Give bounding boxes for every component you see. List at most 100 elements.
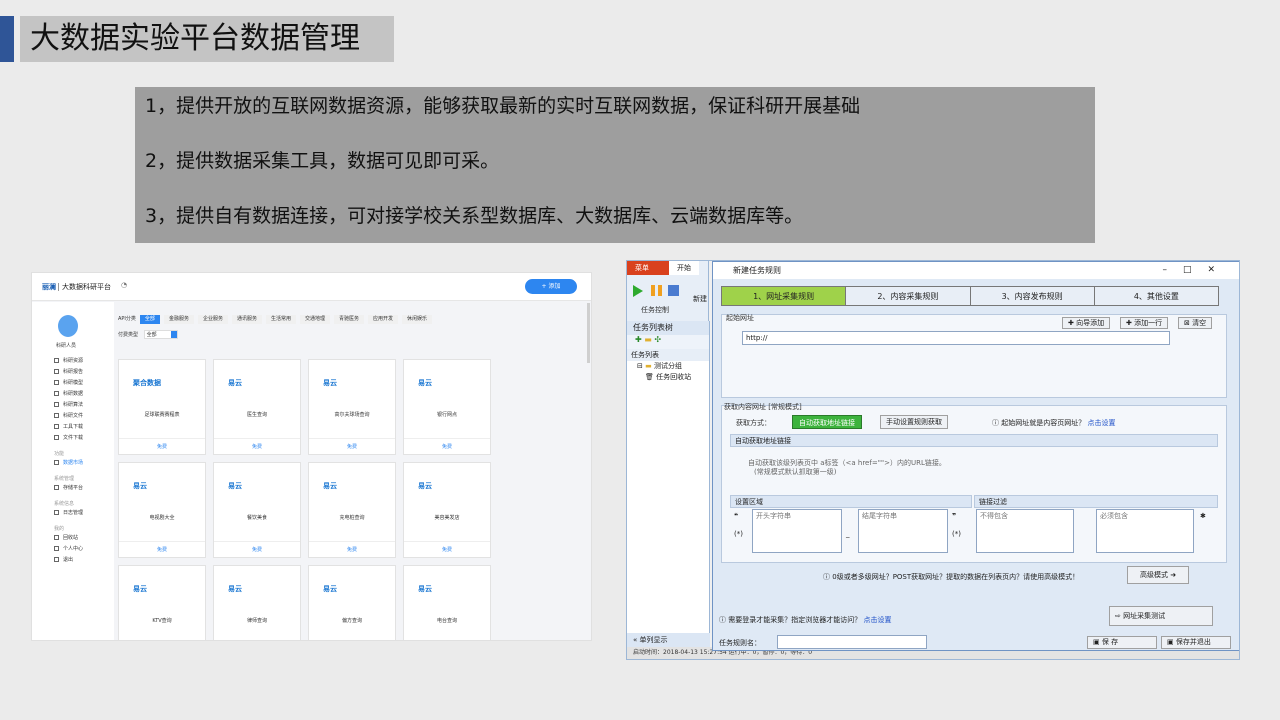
- sidebar-section-label: 我的: [54, 526, 65, 532]
- stop-icon[interactable]: [668, 285, 679, 296]
- filter-chip[interactable]: 企业服务: [197, 315, 228, 324]
- save-button[interactable]: ▣ 保 存: [1087, 636, 1157, 649]
- start-url-input[interactable]: http://: [742, 331, 1170, 345]
- sidebar-item[interactable]: 个人中心: [54, 544, 114, 555]
- sidebar-item[interactable]: 科研数据: [54, 389, 114, 400]
- api-name: 医生查询: [246, 412, 267, 418]
- rule-name-input[interactable]: [777, 635, 927, 649]
- price-label: 免费: [404, 438, 490, 454]
- title-accent-bar: [0, 16, 14, 62]
- nav-icon: [54, 391, 59, 396]
- wizard-add-button[interactable]: ✚ 向导添加: [1062, 317, 1111, 329]
- price-label: 免费: [309, 541, 395, 557]
- login-hint: ⓘ 需要登录才能采集？指定浏览器才能访问？ 点击设置: [719, 616, 892, 624]
- api-name: 高尔夫球场查询: [334, 412, 370, 418]
- avatar[interactable]: [58, 315, 78, 337]
- filter-chip[interactable]: 金融服务: [163, 315, 194, 324]
- add-row-button[interactable]: ✚ 添加一行: [1120, 317, 1169, 329]
- api-name: 充电桩查询: [339, 515, 365, 521]
- tree-node-group[interactable]: ⊟ ▬ 测试分组: [627, 361, 709, 372]
- api-card[interactable]: 易云 偏方查询: [308, 565, 396, 640]
- new-task-dialog: 新建任务规则 –□✕ 1、网址采集规则 2、内容采集规则 3、内容发布规则 4、其他设…: [712, 261, 1239, 651]
- sidebar-item[interactable]: 文件下载: [54, 433, 114, 444]
- platform-main: API分类 全部 金融服务 企业服务 通讯服务 生活常用 交通地理 青驰医务 应用开发 休闲娱乐 …: [118, 313, 588, 640]
- nav-icon: [54, 402, 59, 407]
- expand-icon[interactable]: ✣: [654, 335, 661, 344]
- advanced-hint: ⓘ 0级或者多级网址？POST获取网址？提取的数据在列表页内？请使用高级模式！: [823, 573, 1080, 581]
- wizard-step[interactable]: 2、内容采集规则: [845, 286, 970, 306]
- save-exit-button[interactable]: ▣ 保存并退出: [1161, 636, 1231, 649]
- api-name: KTV查询: [152, 618, 172, 624]
- sidebar-item[interactable]: 工具下载: [54, 422, 114, 433]
- tab-start[interactable]: 开始: [669, 261, 699, 275]
- filter-chip[interactable]: 休闲娱乐: [402, 315, 433, 324]
- price-label: 免费: [404, 541, 490, 557]
- advanced-mode-button[interactable]: 高级模式 ➜: [1127, 566, 1190, 584]
- sidebar-item[interactable]: 数据市场: [54, 458, 114, 469]
- wizard-step[interactable]: 3、内容发布规则: [969, 286, 1094, 306]
- sidebar-item[interactable]: 科研算法: [54, 400, 114, 411]
- play-icon[interactable]: [633, 285, 643, 297]
- window-controls[interactable]: –□✕: [1162, 262, 1231, 279]
- api-card[interactable]: 易云 充电桩查询 免费: [308, 462, 396, 558]
- new-button[interactable]: 新建: [693, 294, 707, 304]
- add-icon[interactable]: ✚: [635, 335, 642, 344]
- filter-chip[interactable]: 交通地理: [300, 315, 331, 324]
- filter-chip[interactable]: 通讯服务: [231, 315, 262, 324]
- api-card[interactable]: 易云 电台查询: [403, 565, 491, 640]
- sidebar-item[interactable]: 存储平台: [54, 483, 114, 494]
- sidebar-item[interactable]: 退出: [54, 555, 114, 566]
- folder-icon[interactable]: ▬: [644, 335, 652, 344]
- research-platform-screenshot: 丽澜 大数据科研平台 ◔ + 添加 科研人员 科研资源 科研报告 科研模型 科研数据 科研…: [31, 272, 592, 641]
- clock-icon[interactable]: ◔: [121, 281, 127, 289]
- gear-icon[interactable]: ✱: [1200, 512, 1206, 520]
- clear-button[interactable]: ⊠ 清空: [1178, 317, 1213, 329]
- url-test-button[interactable]: ⇨ 网址采集测试: [1109, 606, 1213, 626]
- wizard-step[interactable]: 1、网址采集规则: [721, 286, 846, 306]
- quote-close-icon: ❞: [952, 512, 957, 520]
- sidebar-item[interactable]: 科研模型: [54, 378, 114, 389]
- login-setting-link[interactable]: 点击设置: [863, 616, 891, 624]
- filter-chip[interactable]: 生活常用: [265, 315, 296, 324]
- api-card[interactable]: 聚合数据 足球联赛赛程表 免费: [118, 359, 206, 455]
- sidebar-item[interactable]: 回收站: [54, 533, 114, 544]
- brand-logo: 易云: [418, 585, 432, 593]
- sidebar-item[interactable]: 日志管理: [54, 508, 114, 519]
- filter-chip[interactable]: 应用开发: [368, 315, 399, 324]
- wizard-step[interactable]: 4、其他设置: [1093, 286, 1219, 306]
- nav-icon: [54, 435, 59, 440]
- scrollbar[interactable]: [587, 303, 590, 363]
- single-column-toggle[interactable]: « 单列显示: [627, 633, 710, 647]
- api-card[interactable]: 易云 餐饮美食 免费: [213, 462, 301, 558]
- auto-fetch-button[interactable]: 自动获取地址链接: [792, 415, 862, 429]
- api-card[interactable]: 易云 律师查询: [213, 565, 301, 640]
- api-card[interactable]: 易云 电视剧大全 免费: [118, 462, 206, 558]
- tree-node-recycle[interactable]: 🗑 任务回收站: [627, 372, 709, 383]
- api-card[interactable]: 易云 医生查询 免费: [213, 359, 301, 455]
- start-setting-link[interactable]: 点击设置: [1087, 419, 1115, 427]
- sidebar-item[interactable]: 科研报告: [54, 367, 114, 378]
- filter-chip[interactable]: 全部: [139, 315, 160, 324]
- sidebar-item[interactable]: 科研资源: [54, 356, 114, 367]
- price-label: 免费: [119, 541, 205, 557]
- no-contain-input[interactable]: 不得包含: [976, 509, 1074, 553]
- pay-type-select[interactable]: 全部: [143, 330, 178, 339]
- api-card[interactable]: 易云 KTV查询: [118, 565, 206, 640]
- tab-menu[interactable]: 菜单: [627, 261, 669, 275]
- slide-title: 大数据实验平台数据管理: [20, 16, 394, 62]
- platform-sidebar: 科研人员 科研资源 科研报告 科研模型 科研数据 科研算法 科研文件 工具下载 文件下载 功能数…: [32, 302, 114, 640]
- api-card[interactable]: 易云 高尔夫球场查询 免费: [308, 359, 396, 455]
- task-tree-panel: 任务列表树 ✚ ▬ ✣ 任务列表 ⊟ ▬ 测试分组 🗑 任务回收站 « 单列显示: [627, 321, 710, 659]
- manual-fetch-button[interactable]: 手动设置规则获取: [880, 415, 948, 429]
- api-card[interactable]: 易云 美容美发店 免费: [403, 462, 491, 558]
- add-button[interactable]: + 添加: [525, 279, 577, 294]
- filter-chip[interactable]: 青驰医务: [334, 315, 365, 324]
- end-string-input[interactable]: 结尾字符串: [858, 509, 948, 553]
- pause-icon[interactable]: [651, 285, 662, 296]
- fetch-url-box: 获取内容网址 [常规模式] 获取方式： 自动获取地址链接 手动设置规则获取 ⓘ …: [721, 403, 1227, 563]
- must-contain-input[interactable]: 必须包含: [1096, 509, 1194, 553]
- api-card[interactable]: 易云 银行网点 免费: [403, 359, 491, 455]
- begin-string-input[interactable]: 开头字符串: [752, 509, 842, 553]
- nav-icon: [54, 460, 59, 465]
- sidebar-item[interactable]: 科研文件: [54, 411, 114, 422]
